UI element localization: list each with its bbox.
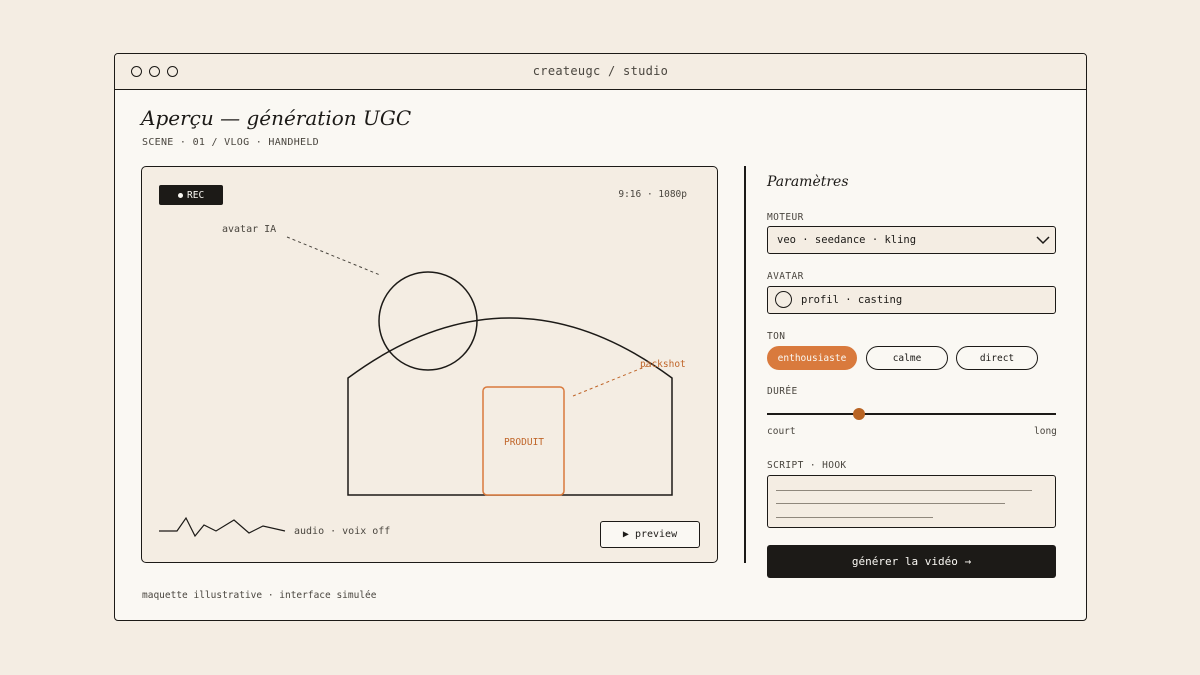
generate-video-button[interactable]: générer la vidéo → (767, 545, 1056, 578)
avatar-ia-label: avatar IA (222, 224, 277, 235)
footnote: maquette illustrative · interface simulé… (142, 590, 377, 601)
rec-label: REC (187, 189, 205, 201)
script-placeholder-line (776, 503, 1005, 504)
tone-chip-enthousiaste[interactable]: enthousiaste (767, 346, 857, 370)
preview-button[interactable]: ▶ preview (600, 521, 700, 548)
title-bar: createugc / studio (115, 54, 1086, 90)
avatar-callout-line (286, 236, 381, 276)
duration-slider-thumb[interactable] (853, 408, 866, 420)
engine-value: veo · seedance · kling (777, 234, 917, 246)
script-textarea[interactable] (767, 475, 1056, 528)
script-label: SCRIPT · HOOK (767, 460, 847, 471)
packshot-label: packshot (640, 359, 686, 370)
audio-label: audio · voix off (294, 526, 391, 537)
app-window: createugc / studio Aperçu — génération U… (114, 53, 1087, 621)
duration-slider-track[interactable] (767, 413, 1056, 415)
avatar-field-label: AVATAR (767, 271, 804, 282)
rec-dot-icon (178, 193, 183, 198)
avatar-value: profil · casting (801, 294, 903, 306)
engine-select[interactable]: veo · seedance · kling (767, 226, 1056, 254)
avatar-circle-icon (775, 291, 792, 308)
panel-divider (744, 166, 746, 563)
format-label: 9:16 · 1080p (618, 189, 687, 200)
window-title: createugc / studio (532, 64, 669, 78)
tone-label: TON (767, 331, 786, 342)
params-title: Paramètres (767, 174, 849, 190)
scene-subtitle: SCENE · 01 / VLOG · HANDHELD (142, 137, 319, 148)
video-preview-panel: REC 9:16 · 1080p avatar IA packshot PROD… (141, 166, 718, 563)
chevron-down-icon (1036, 236, 1050, 245)
avatar-head-shape (378, 271, 478, 371)
duration-label: DURÉE (767, 386, 798, 397)
audio-waveform-icon (159, 516, 286, 538)
product-label: PRODUIT (503, 437, 545, 448)
avatar-field[interactable]: profil · casting (767, 286, 1056, 314)
duration-min-label: court (767, 426, 796, 437)
tone-chip-calme[interactable]: calme (866, 346, 948, 370)
script-placeholder-line (776, 517, 933, 518)
duration-max-label: long (1034, 426, 1057, 437)
script-placeholder-line (776, 490, 1032, 491)
packshot-callout-line (572, 365, 648, 397)
engine-label: MOTEUR (767, 212, 804, 223)
rec-badge: REC (159, 185, 223, 205)
page-title: Aperçu — génération UGC (141, 106, 412, 130)
tone-chip-direct[interactable]: direct (956, 346, 1038, 370)
